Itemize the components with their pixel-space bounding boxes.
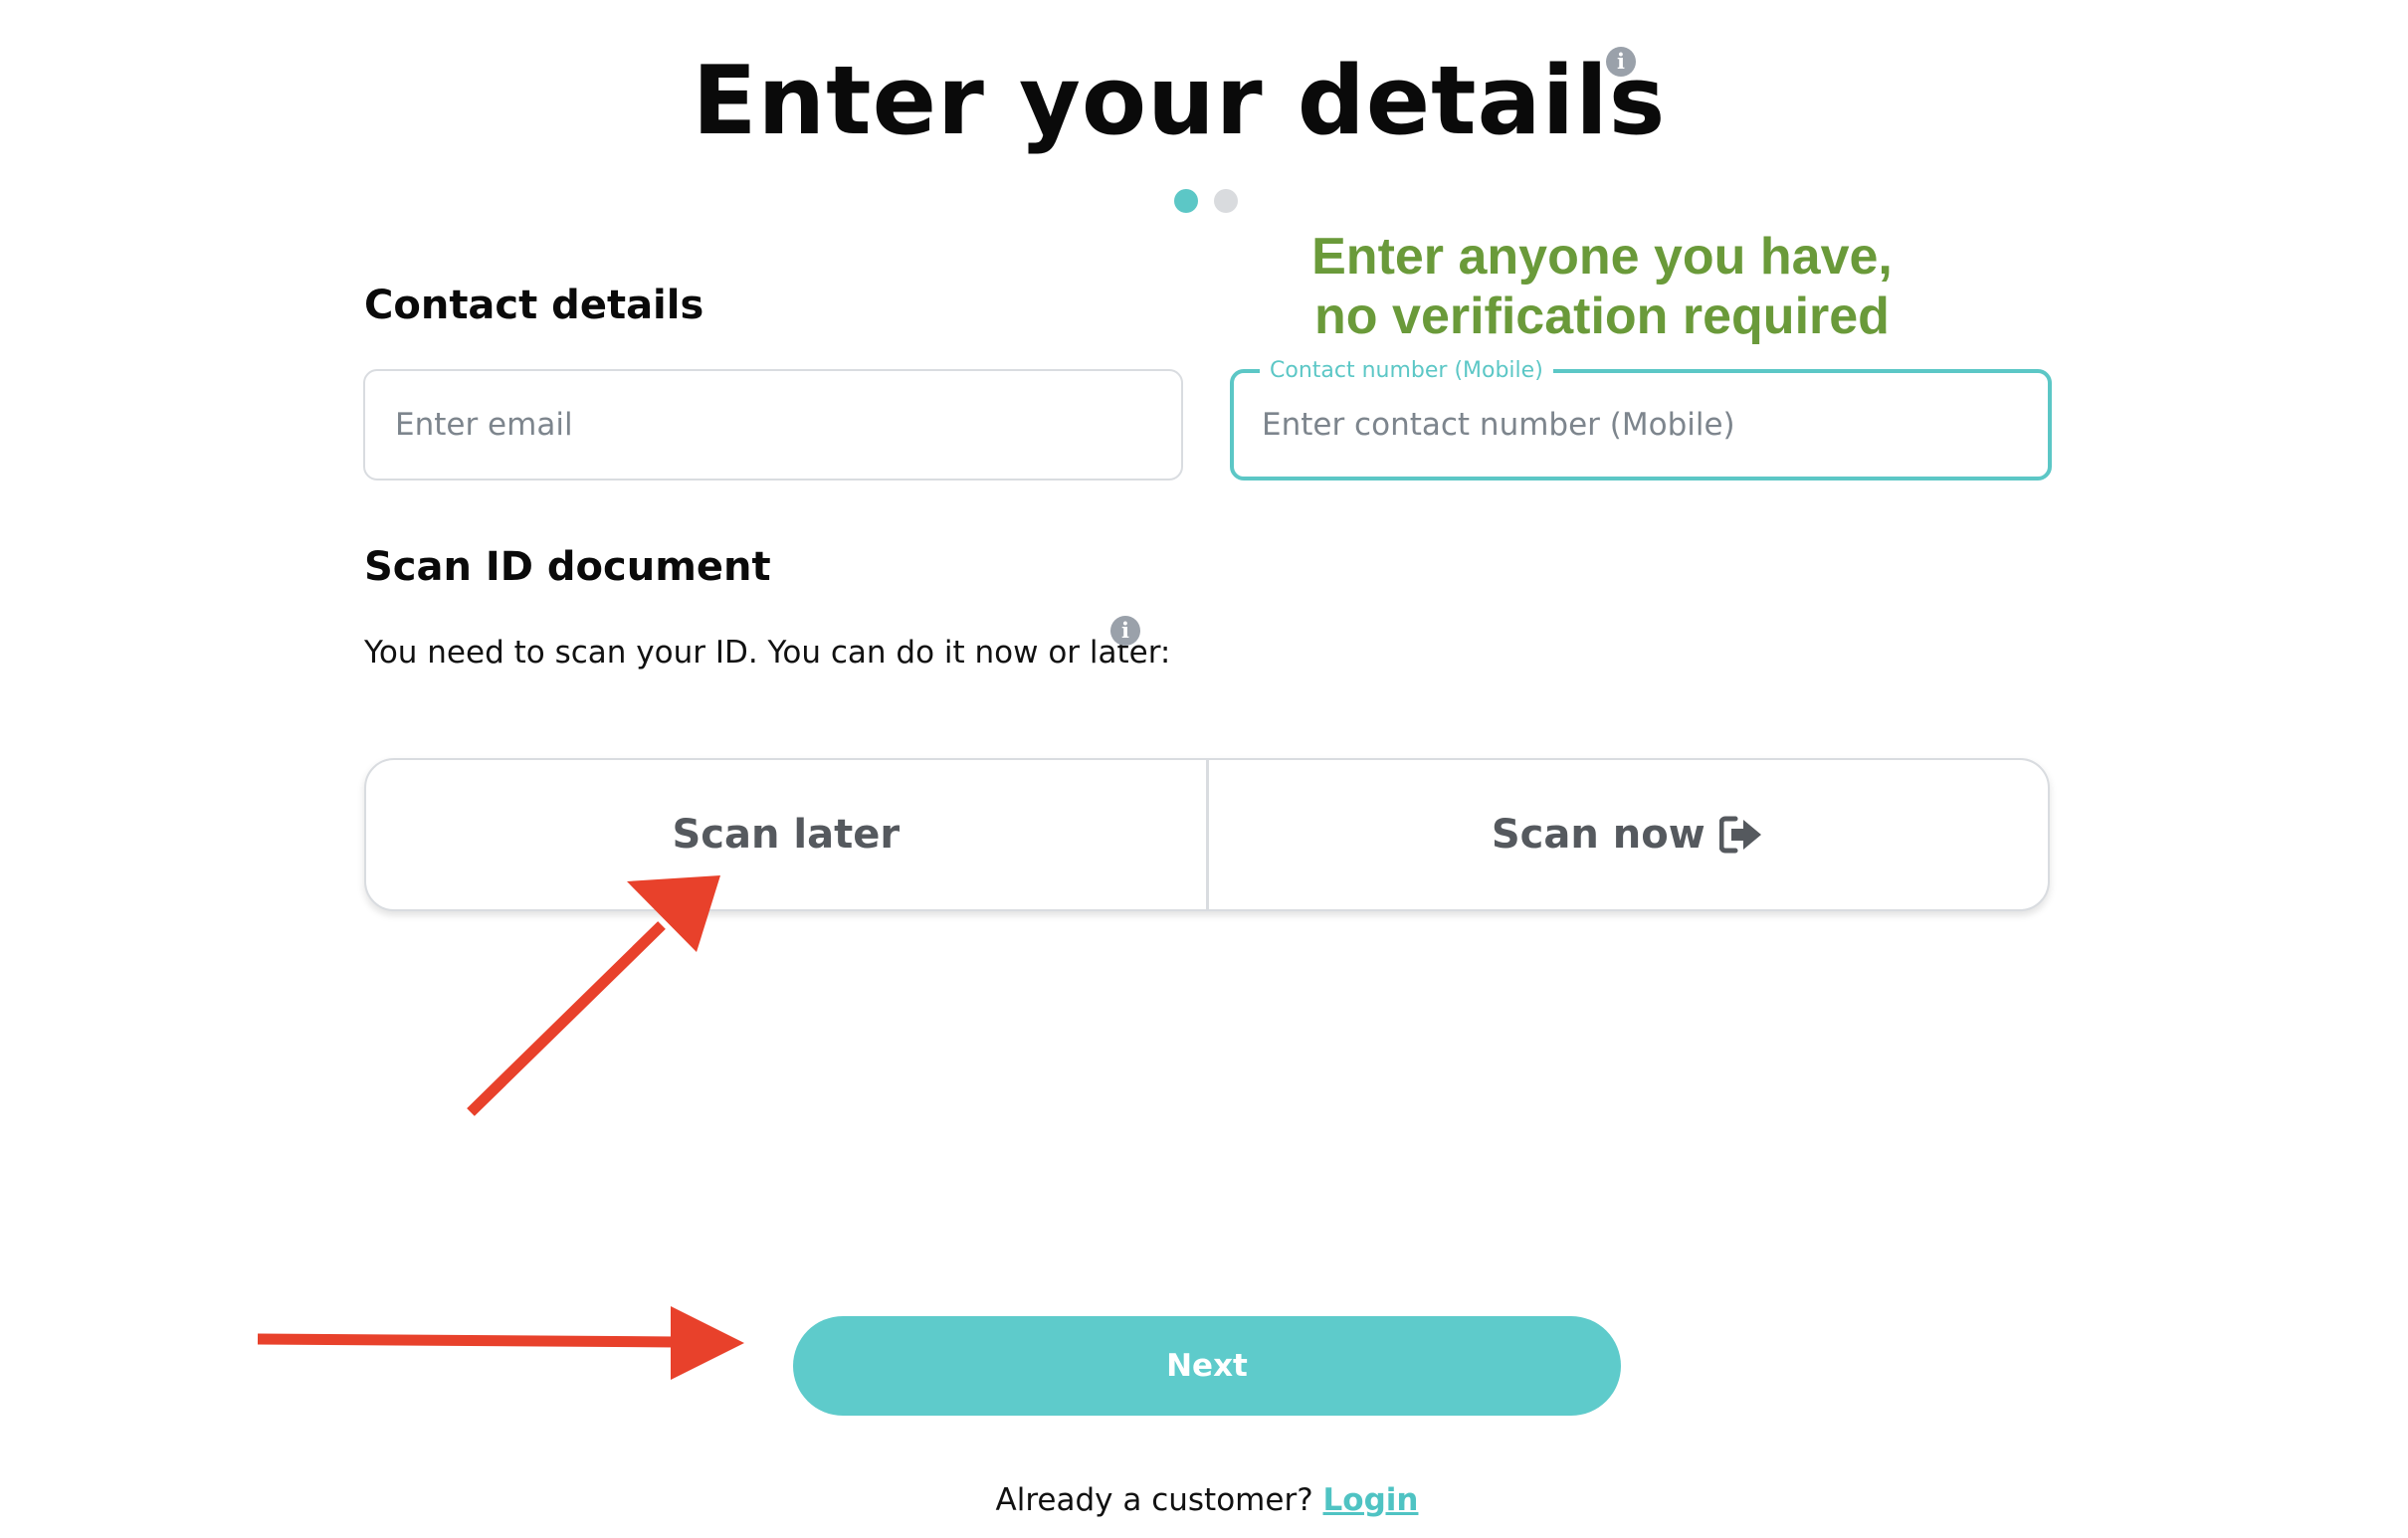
- step-dot-active: [1174, 189, 1198, 213]
- scan-now-label: Scan now: [1491, 812, 1706, 858]
- step-dot-inactive: [1214, 189, 1238, 213]
- scan-later-label: Scan later: [672, 812, 901, 858]
- login-prompt-text: Already a customer?: [995, 1482, 1313, 1518]
- title-info-icon[interactable]: i: [1606, 47, 1636, 77]
- annotation-line-1: Enter anyone you have,: [1311, 228, 1893, 286]
- email-input[interactable]: [395, 371, 1151, 479]
- step-indicator: [1174, 189, 1244, 213]
- arrow-to-next-icon: [257, 1306, 744, 1380]
- annotation-note: Enter anyone you have, no verification r…: [1244, 227, 1960, 346]
- contact-details-heading: Contact details: [364, 283, 704, 328]
- scan-later-button[interactable]: Scan later: [366, 760, 1206, 909]
- contact-number-field[interactable]: Contact number (Mobile): [1230, 357, 2052, 481]
- scan-options: Scan later Scan now: [364, 758, 2050, 911]
- scan-now-button[interactable]: Scan now: [1205, 760, 2049, 909]
- page-title: Enter your details: [692, 47, 1667, 156]
- email-field[interactable]: [363, 369, 1183, 481]
- scan-id-description: You need to scan your ID. You can do it …: [364, 635, 1171, 671]
- annotation-line-2: no verification required: [1314, 288, 1890, 345]
- sign-in-icon: [1718, 815, 1765, 855]
- login-prompt: Already a customer? Login: [0, 1480, 2408, 1520]
- contact-number-input[interactable]: [1262, 373, 2016, 477]
- scan-info-icon[interactable]: i: [1110, 616, 1140, 646]
- next-button-label: Next: [1166, 1348, 1248, 1384]
- next-button[interactable]: Next: [793, 1316, 1621, 1416]
- scan-id-heading: Scan ID document: [364, 544, 771, 590]
- login-link[interactable]: Login: [1323, 1482, 1419, 1518]
